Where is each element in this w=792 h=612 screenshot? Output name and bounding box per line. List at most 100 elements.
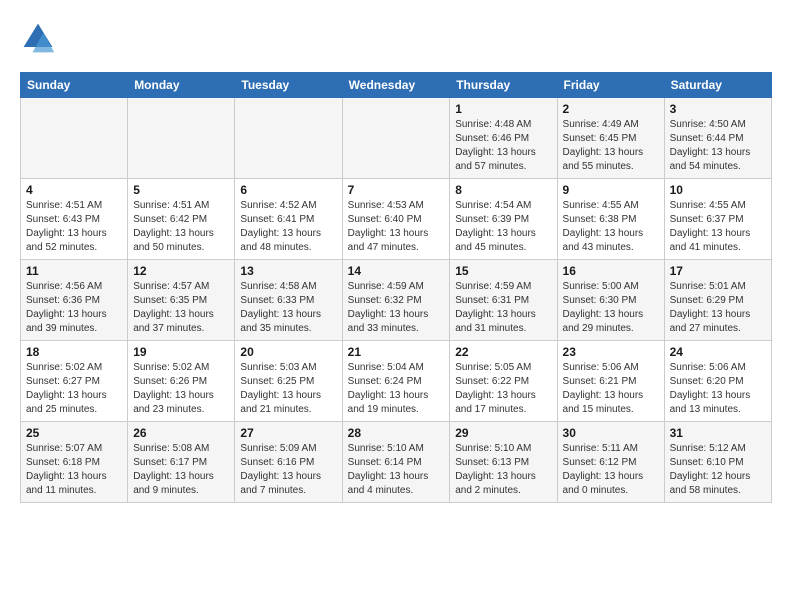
calendar-cell: 13 Sunrise: 4:58 AM Sunset: 6:33 PM Dayli… (235, 260, 342, 341)
day-info: Sunrise: 4:57 AM Sunset: 6:35 PM Dayligh… (133, 280, 229, 336)
day-info: Sunrise: 4:55 AM Sunset: 6:38 PM Dayligh… (563, 199, 659, 255)
day-number: 3 (670, 102, 766, 116)
day-number: 11 (26, 264, 122, 278)
day-number: 4 (26, 183, 122, 197)
day-info: Sunrise: 4:50 AM Sunset: 6:44 PM Dayligh… (670, 118, 766, 174)
day-number: 20 (240, 345, 336, 359)
day-info: Sunrise: 5:10 AM Sunset: 6:14 PM Dayligh… (348, 442, 445, 498)
day-info: Sunrise: 4:52 AM Sunset: 6:41 PM Dayligh… (240, 199, 336, 255)
calendar-cell: 6 Sunrise: 4:52 AM Sunset: 6:41 PM Daylig… (235, 179, 342, 260)
calendar-cell: 12 Sunrise: 4:57 AM Sunset: 6:35 PM Dayli… (128, 260, 235, 341)
calendar-cell: 30 Sunrise: 5:11 AM Sunset: 6:12 PM Dayli… (557, 422, 664, 503)
column-header-monday: Monday (128, 73, 235, 98)
day-number: 25 (26, 426, 122, 440)
calendar-cell: 7 Sunrise: 4:53 AM Sunset: 6:40 PM Daylig… (342, 179, 450, 260)
day-number: 15 (455, 264, 551, 278)
logo-icon (20, 20, 56, 56)
day-number: 19 (133, 345, 229, 359)
day-info: Sunrise: 5:12 AM Sunset: 6:10 PM Dayligh… (670, 442, 766, 498)
day-number: 18 (26, 345, 122, 359)
column-header-saturday: Saturday (664, 73, 771, 98)
day-info: Sunrise: 5:09 AM Sunset: 6:16 PM Dayligh… (240, 442, 336, 498)
calendar-table: SundayMondayTuesdayWednesdayThursdayFrid… (20, 72, 772, 503)
calendar-cell: 14Sunrise: 4:59 AM Sunset: 6:32 PM Dayli… (342, 260, 450, 341)
day-info: Sunrise: 5:11 AM Sunset: 6:12 PM Dayligh… (563, 442, 659, 498)
calendar-cell: 5 Sunrise: 4:51 AM Sunset: 6:42 PM Daylig… (128, 179, 235, 260)
calendar-cell: 16 Sunrise: 5:00 AM Sunset: 6:30 PM Dayli… (557, 260, 664, 341)
day-info: Sunrise: 4:56 AM Sunset: 6:36 PM Dayligh… (26, 280, 122, 336)
day-info: Sunrise: 5:10 AM Sunset: 6:13 PM Dayligh… (455, 442, 551, 498)
calendar-cell: 28 Sunrise: 5:10 AM Sunset: 6:14 PM Dayli… (342, 422, 450, 503)
calendar-week-row: 11 Sunrise: 4:56 AM Sunset: 6:36 PM Dayli… (21, 260, 772, 341)
day-info: Sunrise: 4:51 AM Sunset: 6:43 PM Dayligh… (26, 199, 122, 255)
calendar-cell: 8Sunrise: 4:54 AM Sunset: 6:39 PM Daylig… (450, 179, 557, 260)
calendar-cell: 29 Sunrise: 5:10 AM Sunset: 6:13 PM Dayli… (450, 422, 557, 503)
day-info: Sunrise: 5:05 AM Sunset: 6:22 PM Dayligh… (455, 361, 551, 417)
column-header-friday: Friday (557, 73, 664, 98)
day-info: Sunrise: 4:49 AM Sunset: 6:45 PM Dayligh… (563, 118, 659, 174)
day-number: 13 (240, 264, 336, 278)
calendar-cell: 9 Sunrise: 4:55 AM Sunset: 6:38 PM Daylig… (557, 179, 664, 260)
logo (20, 20, 62, 56)
day-info: Sunrise: 5:02 AM Sunset: 6:26 PM Dayligh… (133, 361, 229, 417)
day-info: Sunrise: 4:58 AM Sunset: 6:33 PM Dayligh… (240, 280, 336, 336)
day-number: 22 (455, 345, 551, 359)
day-number: 16 (563, 264, 659, 278)
calendar-cell: 31Sunrise: 5:12 AM Sunset: 6:10 PM Dayli… (664, 422, 771, 503)
calendar-cell: 1 Sunrise: 4:48 AM Sunset: 6:46 PM Daylig… (450, 98, 557, 179)
day-number: 30 (563, 426, 659, 440)
page-header (20, 20, 772, 56)
day-info: Sunrise: 4:59 AM Sunset: 6:32 PM Dayligh… (348, 280, 445, 336)
day-info: Sunrise: 4:48 AM Sunset: 6:46 PM Dayligh… (455, 118, 551, 174)
day-number: 7 (348, 183, 445, 197)
day-number: 29 (455, 426, 551, 440)
calendar-cell: 21Sunrise: 5:04 AM Sunset: 6:24 PM Dayli… (342, 341, 450, 422)
calendar-week-row: 1 Sunrise: 4:48 AM Sunset: 6:46 PM Daylig… (21, 98, 772, 179)
day-number: 12 (133, 264, 229, 278)
day-number: 2 (563, 102, 659, 116)
day-info: Sunrise: 4:55 AM Sunset: 6:37 PM Dayligh… (670, 199, 766, 255)
day-number: 27 (240, 426, 336, 440)
day-number: 6 (240, 183, 336, 197)
day-info: Sunrise: 5:07 AM Sunset: 6:18 PM Dayligh… (26, 442, 122, 498)
column-header-tuesday: Tuesday (235, 73, 342, 98)
calendar-cell (342, 98, 450, 179)
calendar-cell: 17Sunrise: 5:01 AM Sunset: 6:29 PM Dayli… (664, 260, 771, 341)
calendar-cell: 24 Sunrise: 5:06 AM Sunset: 6:20 PM Dayli… (664, 341, 771, 422)
calendar-cell (235, 98, 342, 179)
calendar-header-row: SundayMondayTuesdayWednesdayThursdayFrid… (21, 73, 772, 98)
calendar-cell: 20 Sunrise: 5:03 AM Sunset: 6:25 PM Dayli… (235, 341, 342, 422)
calendar-cell (128, 98, 235, 179)
day-info: Sunrise: 5:06 AM Sunset: 6:20 PM Dayligh… (670, 361, 766, 417)
calendar-cell: 26Sunrise: 5:08 AM Sunset: 6:17 PM Dayli… (128, 422, 235, 503)
day-number: 9 (563, 183, 659, 197)
day-info: Sunrise: 4:53 AM Sunset: 6:40 PM Dayligh… (348, 199, 445, 255)
day-number: 5 (133, 183, 229, 197)
day-number: 1 (455, 102, 551, 116)
day-info: Sunrise: 5:06 AM Sunset: 6:21 PM Dayligh… (563, 361, 659, 417)
calendar-cell: 18 Sunrise: 5:02 AM Sunset: 6:27 PM Dayli… (21, 341, 128, 422)
calendar-cell: 11 Sunrise: 4:56 AM Sunset: 6:36 PM Dayli… (21, 260, 128, 341)
calendar-cell: 4 Sunrise: 4:51 AM Sunset: 6:43 PM Daylig… (21, 179, 128, 260)
day-info: Sunrise: 5:00 AM Sunset: 6:30 PM Dayligh… (563, 280, 659, 336)
column-header-sunday: Sunday (21, 73, 128, 98)
calendar-week-row: 4 Sunrise: 4:51 AM Sunset: 6:43 PM Daylig… (21, 179, 772, 260)
day-info: Sunrise: 5:03 AM Sunset: 6:25 PM Dayligh… (240, 361, 336, 417)
calendar-cell: 15 Sunrise: 4:59 AM Sunset: 6:31 PM Dayli… (450, 260, 557, 341)
day-info: Sunrise: 4:59 AM Sunset: 6:31 PM Dayligh… (455, 280, 551, 336)
day-info: Sunrise: 5:01 AM Sunset: 6:29 PM Dayligh… (670, 280, 766, 336)
calendar-week-row: 18 Sunrise: 5:02 AM Sunset: 6:27 PM Dayli… (21, 341, 772, 422)
day-number: 28 (348, 426, 445, 440)
calendar-cell: 10Sunrise: 4:55 AM Sunset: 6:37 PM Dayli… (664, 179, 771, 260)
calendar-cell: 23Sunrise: 5:06 AM Sunset: 6:21 PM Dayli… (557, 341, 664, 422)
day-info: Sunrise: 5:02 AM Sunset: 6:27 PM Dayligh… (26, 361, 122, 417)
day-number: 24 (670, 345, 766, 359)
calendar-cell (21, 98, 128, 179)
day-info: Sunrise: 4:51 AM Sunset: 6:42 PM Dayligh… (133, 199, 229, 255)
calendar-cell: 3 Sunrise: 4:50 AM Sunset: 6:44 PM Daylig… (664, 98, 771, 179)
day-number: 8 (455, 183, 551, 197)
day-number: 26 (133, 426, 229, 440)
column-header-wednesday: Wednesday (342, 73, 450, 98)
calendar-cell: 25 Sunrise: 5:07 AM Sunset: 6:18 PM Dayli… (21, 422, 128, 503)
calendar-cell: 22 Sunrise: 5:05 AM Sunset: 6:22 PM Dayli… (450, 341, 557, 422)
